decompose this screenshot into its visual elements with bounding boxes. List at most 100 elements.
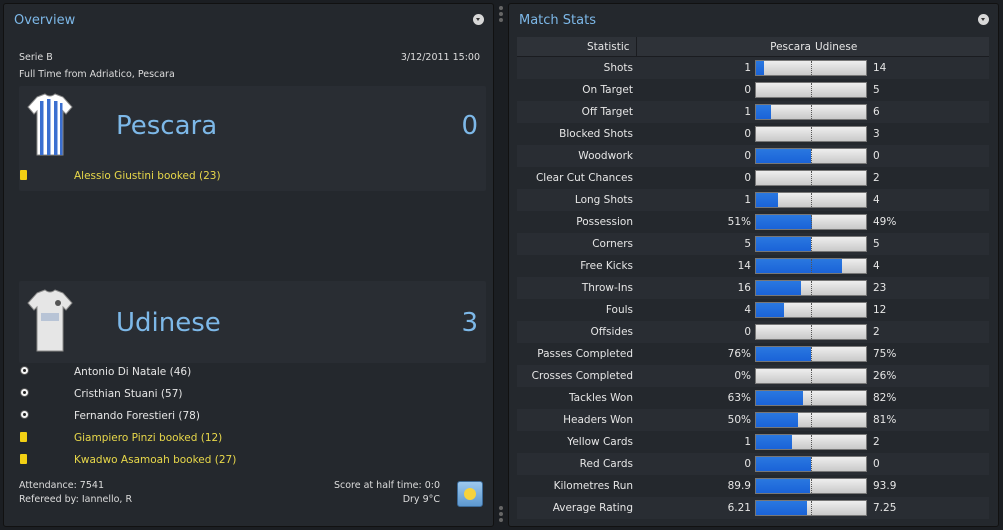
match-event[interactable]: Cristhian Stuani (57) bbox=[19, 385, 486, 405]
stat-row: Yellow Cards 1 2 bbox=[517, 431, 989, 453]
bar-midline bbox=[811, 105, 812, 119]
stat-row: Average Rating 6.21 7.25 bbox=[517, 497, 989, 519]
overview-header: Overview bbox=[4, 4, 493, 36]
match-stats-menu-chevron-icon[interactable] bbox=[978, 14, 989, 25]
match-stats-panel: Match Stats Statistic Pescara Udinese Sh… bbox=[508, 3, 999, 527]
referee-text: Refereed by: Iannello, R bbox=[19, 494, 133, 505]
home-stat-value: 50% bbox=[727, 414, 751, 426]
stat-comparison-bar bbox=[755, 170, 867, 186]
attendance-text: Attendance: 7541 bbox=[19, 480, 104, 491]
sun-icon bbox=[457, 481, 483, 507]
away-stat-value: 3 bbox=[873, 128, 880, 140]
bar-midline bbox=[811, 435, 812, 449]
stat-label: Kilometres Run bbox=[553, 480, 633, 492]
stat-comparison-bar bbox=[755, 82, 867, 98]
stat-row: Crosses Completed 0% 26% bbox=[517, 365, 989, 387]
away-stat-value: 5 bbox=[873, 238, 880, 250]
home-stat-value: 1 bbox=[744, 62, 751, 74]
away-stat-value: 6 bbox=[873, 106, 880, 118]
home-column-header[interactable]: Pescara bbox=[770, 41, 811, 53]
bar-midline bbox=[811, 347, 812, 361]
home-share-fill bbox=[756, 193, 778, 207]
away-stat-value: 82% bbox=[873, 392, 897, 404]
home-stat-value: 0 bbox=[744, 172, 751, 184]
stat-row: Long Shots 1 4 bbox=[517, 189, 989, 211]
stat-comparison-bar bbox=[755, 126, 867, 142]
stat-label: Passes Completed bbox=[537, 348, 633, 360]
bar-midline bbox=[811, 259, 812, 273]
match-event[interactable]: Fernando Forestieri (78) bbox=[19, 407, 486, 427]
home-stat-value: 5 bbox=[744, 238, 751, 250]
bar-midline bbox=[811, 83, 812, 97]
home-share-fill bbox=[756, 303, 784, 317]
home-stat-value: 0% bbox=[734, 370, 751, 382]
home-stat-value: 0 bbox=[744, 150, 751, 162]
home-team-name[interactable]: Pescara bbox=[116, 111, 217, 141]
stat-row: Passes Completed 76% 75% bbox=[517, 343, 989, 365]
halftime-score-text: Score at half time: 0:0 bbox=[333, 480, 440, 491]
stat-row: Kilometres Run 89.9 93.9 bbox=[517, 475, 989, 497]
stat-label: Red Cards bbox=[579, 458, 633, 470]
venue-line: Full Time from Adriatico, Pescara bbox=[19, 69, 175, 80]
match-stats-header: Match Stats bbox=[509, 4, 998, 36]
match-datetime: 3/12/2011 15:00 bbox=[400, 52, 480, 63]
home-share-fill bbox=[756, 435, 793, 449]
stat-label: Off Target bbox=[581, 106, 633, 118]
stat-comparison-bar bbox=[755, 236, 867, 252]
home-share-fill bbox=[756, 149, 811, 163]
stat-label: Yellow Cards bbox=[567, 436, 633, 448]
bar-midline bbox=[811, 303, 812, 317]
home-stat-value: 1 bbox=[744, 194, 751, 206]
stats-table-header: Statistic Pescara Udinese bbox=[517, 37, 989, 57]
away-stat-value: 0 bbox=[873, 150, 880, 162]
stat-comparison-bar bbox=[755, 390, 867, 406]
home-share-fill bbox=[756, 501, 807, 515]
home-team-score: 0 bbox=[461, 111, 478, 141]
away-stat-value: 0 bbox=[873, 458, 880, 470]
match-event[interactable]: Antonio Di Natale (46) bbox=[19, 363, 486, 383]
home-share-fill bbox=[756, 479, 810, 493]
away-stat-value: 23 bbox=[873, 282, 887, 294]
home-share-fill bbox=[756, 215, 813, 229]
match-event[interactable]: Giampiero Pinzi booked (12) bbox=[19, 429, 486, 449]
stat-label: Woodwork bbox=[578, 150, 633, 162]
away-stat-value: 81% bbox=[873, 414, 897, 426]
overview-menu-chevron-icon[interactable] bbox=[473, 14, 484, 25]
bar-midline bbox=[811, 391, 812, 405]
stat-row: Throw-Ins 16 23 bbox=[517, 277, 989, 299]
stat-comparison-bar bbox=[755, 104, 867, 120]
stat-row: Fouls 4 12 bbox=[517, 299, 989, 321]
stat-comparison-bar bbox=[755, 500, 867, 516]
home-stat-value: 1 bbox=[744, 106, 751, 118]
stat-comparison-bar bbox=[755, 148, 867, 164]
bar-midline bbox=[811, 325, 812, 339]
stat-label: Shots bbox=[603, 62, 633, 74]
away-team-name[interactable]: Udinese bbox=[116, 308, 221, 338]
home-stat-value: 51% bbox=[727, 216, 751, 228]
match-event-text: Alessio Giustini booked (23) bbox=[74, 170, 221, 182]
home-kit-shirt-icon bbox=[27, 93, 73, 156]
stat-label: Corners bbox=[592, 238, 633, 250]
stat-row: Free Kicks 14 4 bbox=[517, 255, 989, 277]
stat-label: Tackles Won bbox=[569, 392, 633, 404]
ball-icon bbox=[20, 366, 29, 375]
stat-label: Long Shots bbox=[574, 194, 633, 206]
stat-row: Possession 51% 49% bbox=[517, 211, 989, 233]
stat-comparison-bar bbox=[755, 258, 867, 274]
away-column-header[interactable]: Udinese bbox=[815, 41, 857, 53]
stat-row: Red Cards 0 0 bbox=[517, 453, 989, 475]
match-event[interactable]: Kwadwo Asamoah booked (27) bbox=[19, 451, 486, 471]
panel-splitter[interactable] bbox=[497, 6, 505, 524]
stat-row: Headers Won 50% 81% bbox=[517, 409, 989, 431]
stat-row: On Target 0 5 bbox=[517, 79, 989, 101]
statistic-column-header[interactable]: Statistic bbox=[587, 41, 630, 53]
match-event-text: Cristhian Stuani (57) bbox=[74, 388, 183, 400]
stat-row: Woodwork 0 0 bbox=[517, 145, 989, 167]
away-stat-value: 7.25 bbox=[873, 502, 897, 514]
home-share-fill bbox=[756, 259, 842, 273]
match-event[interactable]: Alessio Giustini booked (23) bbox=[19, 167, 486, 187]
stat-row: Tackles Won 63% 82% bbox=[517, 387, 989, 409]
home-stat-value: 14 bbox=[737, 260, 751, 272]
stat-comparison-bar bbox=[755, 324, 867, 340]
stats-table: Statistic Pescara Udinese Shots 1 14 On Tar… bbox=[517, 37, 989, 519]
